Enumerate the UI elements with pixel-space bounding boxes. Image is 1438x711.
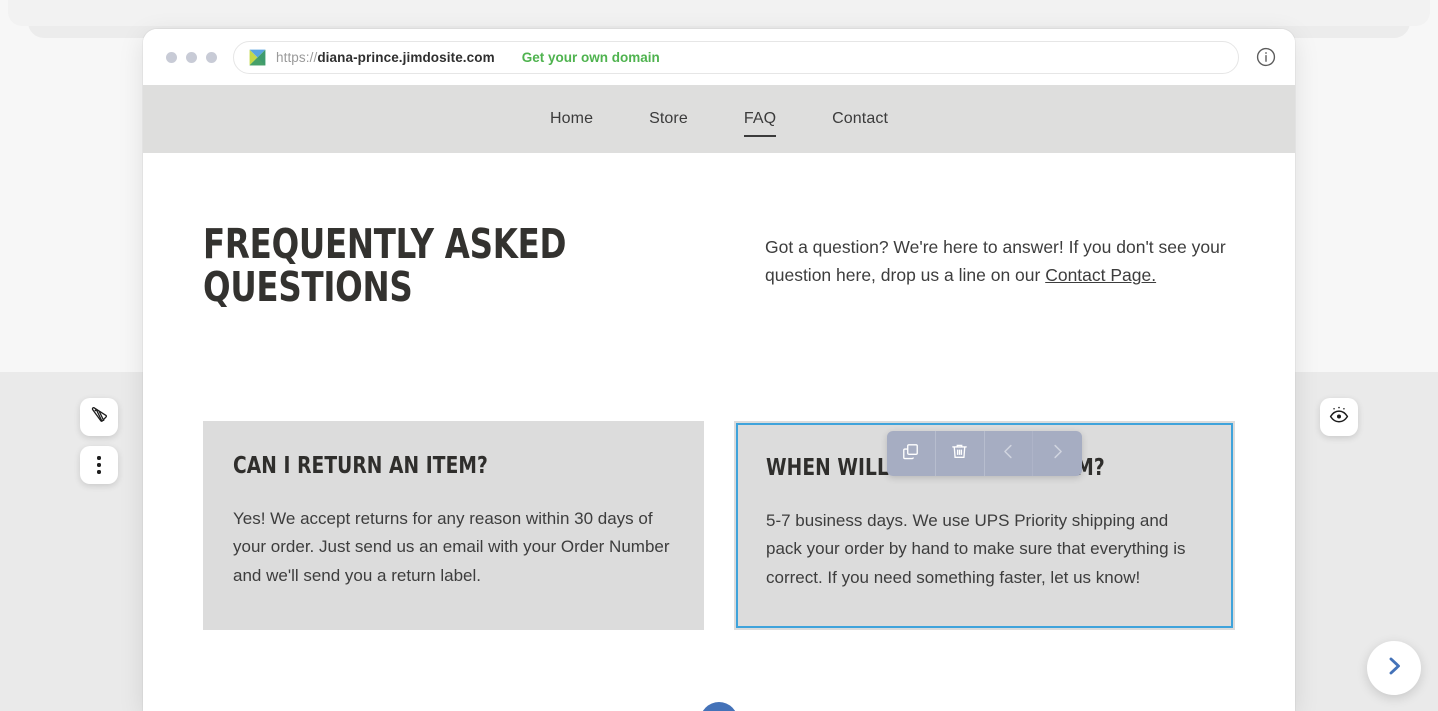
style-panel-button[interactable] [80,398,118,436]
nav-item-contact[interactable]: Contact [832,106,888,132]
page-title: Frequently Asked Questions [203,220,567,312]
window-close-dot[interactable] [166,51,177,63]
site-favicon-icon [248,48,267,67]
window-traffic-lights [166,51,217,63]
faq-answer: 5-7 business days. We use UPS Priority s… [766,511,1186,587]
get-own-domain-link[interactable]: Get your own domain [522,50,660,65]
faq-answer: Yes! We accept returns for any reason wi… [233,509,670,585]
chevron-right-icon [1382,654,1406,683]
duplicate-block-button[interactable] [887,431,936,476]
chevron-left-icon [999,442,1018,466]
url-domain: diana-prince.jimdosite.com [317,49,495,65]
move-block-left-button[interactable] [985,431,1034,476]
faq-intro-sentence: Got a question? We're here to answer! If… [765,237,1226,286]
more-options-button[interactable] [80,446,118,484]
address-bar[interactable]: https://diana-prince.jimdosite.com Get y… [233,40,1239,74]
chevron-right-icon [1048,442,1067,466]
duplicate-icon [901,442,920,466]
next-step-button[interactable] [1367,641,1421,695]
more-vertical-icon [97,456,101,474]
trash-icon [950,442,969,466]
window-minimize-dot[interactable] [186,51,197,63]
faq-question: Can I return an item? [233,453,488,480]
url-scheme: https:// [276,49,318,65]
info-circle-icon[interactable] [1253,44,1279,70]
eye-preview-icon [1328,404,1350,431]
nav-item-store[interactable]: Store [649,106,688,132]
screen-root: https://diana-prince.jimdosite.com Get y… [0,0,1438,711]
block-editor-toolbar [887,431,1082,476]
nav-item-faq[interactable]: FAQ [743,106,777,137]
stacked-sheet-front [8,0,1430,26]
site-content: Frequently Asked Questions Got a questio… [143,153,1295,711]
browser-chrome-bar: https://diana-prince.jimdosite.com Get y… [143,29,1295,85]
preview-button[interactable] [1320,398,1358,436]
color-palette-icon [89,404,110,430]
site-navigation: Home Store FAQ Contact [143,85,1295,153]
faq-card-body: Can I return an item? Yes! We accept ret… [233,453,674,590]
contact-page-link[interactable]: Contact Page. [1045,265,1156,285]
browser-window: https://diana-prince.jimdosite.com Get y… [143,29,1295,711]
window-maximize-dot[interactable] [206,51,217,63]
nav-item-home[interactable]: Home [550,106,593,132]
delete-block-button[interactable] [936,431,985,476]
move-block-right-button[interactable] [1033,431,1082,476]
faq-intro-text: Got a question? We're here to answer! If… [765,223,1235,309]
faq-hero: Frequently Asked Questions Got a questio… [203,153,1235,309]
faq-card-return-item[interactable]: Can I return an item? Yes! We accept ret… [203,421,704,631]
address-bar-url: https://diana-prince.jimdosite.com [276,50,495,65]
